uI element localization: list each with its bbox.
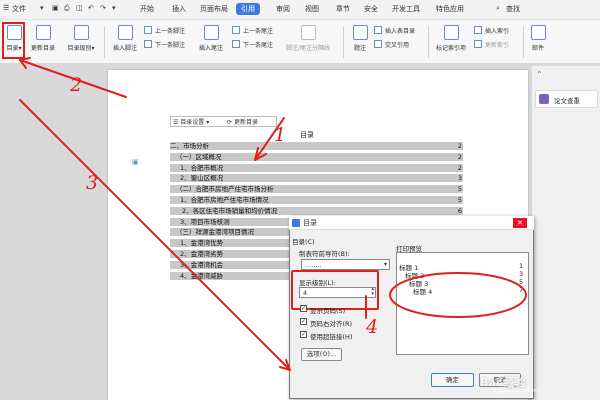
annotation-number-4: 4 <box>366 316 379 338</box>
annotation-arrows <box>19 57 527 371</box>
arrow-1-head <box>254 147 267 161</box>
arrow-3 <box>19 99 291 371</box>
annotation-number-2: 2 <box>70 74 83 96</box>
watermark-url: jingyan.baidu.com <box>492 388 539 394</box>
annotation-preview-ellipse <box>389 272 527 318</box>
annotation-number-3: 3 <box>86 172 99 194</box>
annotation-number-1: 1 <box>274 124 287 146</box>
